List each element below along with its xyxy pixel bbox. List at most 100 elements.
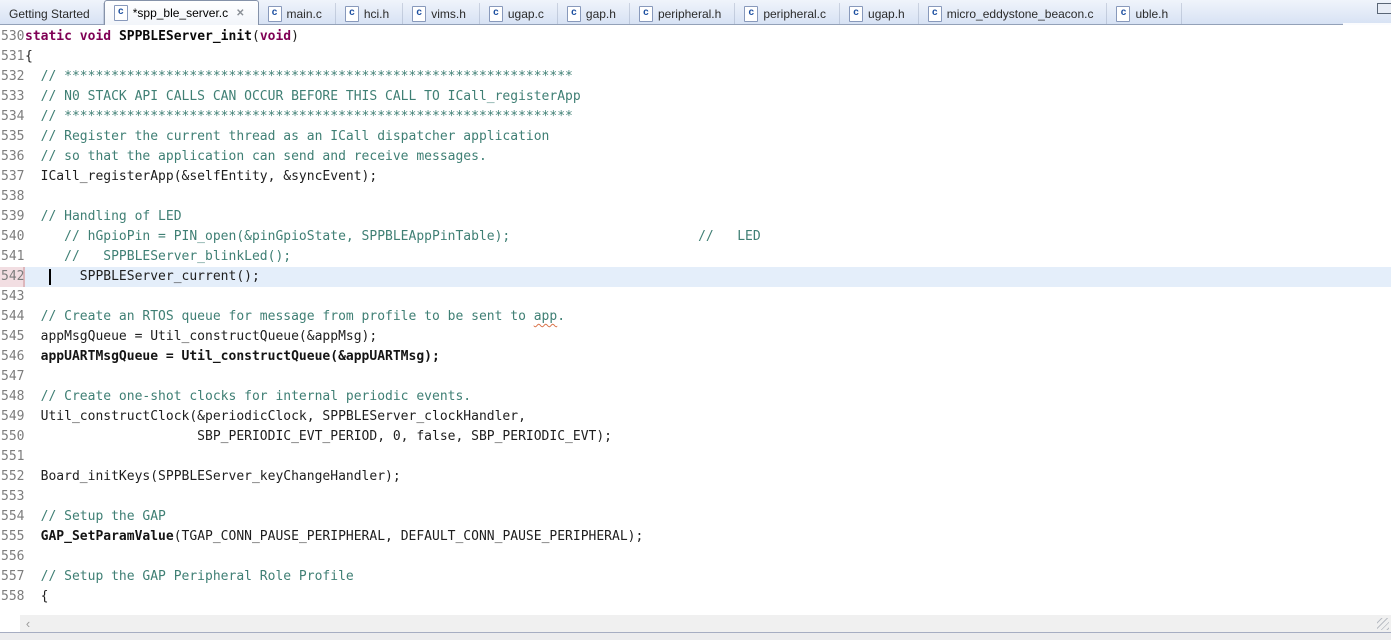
line-number[interactable]: 558 [0,587,25,607]
tab-gap.h[interactable]: c gap.h [558,3,630,24]
tab-hci.h[interactable]: c hci.h [336,3,404,24]
tab-uble.h[interactable]: c uble.h [1107,3,1183,24]
code-text: // Create an RTOS queue for message from… [25,309,566,324]
code-line-537[interactable]: 537 ICall_registerApp(&selfEntity, &sync… [0,167,1391,187]
line-number[interactable]: 540 [0,227,25,247]
code-line-538[interactable]: 538 [0,187,1391,207]
code-line-552[interactable]: 552 Board_initKeys(SPPBLEServer_keyChang… [0,467,1391,487]
code-text: appMsgQueue = Util_constructQueue(&appMs… [25,329,378,344]
tab-peripheral.h[interactable]: c peripheral.h [630,3,736,24]
code-line-541[interactable]: 541 // SPPBLEServer_blinkLed(); [0,247,1391,267]
line-number[interactable]: 550 [0,427,25,447]
code-line-547[interactable]: 547 [0,367,1391,387]
tab-vims.h[interactable]: c vims.h [403,3,480,24]
code-line-539[interactable]: 539 // Handling of LED [0,207,1391,227]
line-number[interactable]: 532 [0,67,25,87]
tab-getting-started[interactable]: Getting Started [0,3,104,24]
code-line-551[interactable]: 551 [0,447,1391,467]
line-number[interactable]: 543 [0,287,25,307]
code-line-531[interactable]: 531{ [0,47,1391,67]
line-number[interactable]: 551 [0,447,25,467]
code-line-548[interactable]: 548 // Create one-shot clocks for intern… [0,387,1391,407]
line-number[interactable]: 547 [0,367,25,387]
line-number[interactable]: 538 [0,187,25,207]
line-number[interactable]: 553 [0,487,25,507]
line-number[interactable]: 530 [0,27,25,47]
code-line-558[interactable]: 558 { [0,587,1391,607]
code-text: // Handling of LED [25,209,182,224]
line-number[interactable]: 536 [0,147,25,167]
code-line-533[interactable]: 533 // N0 STACK API CALLS CAN OCCUR BEFO… [0,87,1391,107]
tab-label: peripheral.h [657,6,722,21]
maximize-editor-icon[interactable] [1377,3,1391,14]
ide-window: Getting Started c *spp_ble_server.c ✕ c main.… [0,0,1391,640]
tab-label: *spp_ble_server.c [132,6,229,20]
line-number[interactable]: 535 [0,127,25,147]
editor-tab-bar: Getting Started c *spp_ble_server.c ✕ c main.… [0,0,1391,25]
line-number[interactable]: 552 [0,467,25,487]
line-number[interactable]: 533 [0,87,25,107]
code-line-556[interactable]: 556 [0,547,1391,567]
code-line-535[interactable]: 535 // Register the current thread as an… [0,127,1391,147]
line-number[interactable]: 531 [0,47,25,67]
line-number[interactable]: 557 [0,567,25,587]
resize-grip-icon[interactable] [1377,617,1389,630]
tab-ugap.c[interactable]: c ugap.c [480,3,558,24]
line-number[interactable]: 542 [0,267,25,287]
line-number[interactable]: 541 [0,247,25,267]
line-number[interactable]: 554 [0,507,25,527]
code-line-557[interactable]: 557 // Setup the GAP Peripheral Role Pro… [0,567,1391,587]
code-line-530[interactable]: 530 static void SPPBLEServer_init(void) [0,27,1391,47]
code-text: // N0 STACK API CALLS CAN OCCUR BEFORE T… [25,89,581,104]
code-line-543[interactable]: 543 [0,287,1391,307]
code-line-546[interactable]: 546 appUARTMsgQueue = Util_constructQueu… [0,347,1391,367]
line-number[interactable]: 544 [0,307,25,327]
code-line-534[interactable]: 534 // *********************************… [0,107,1391,127]
code-text: Util_constructClock(&periodicClock, SPPB… [25,409,526,424]
code-text: // SPPBLEServer_blinkLed(); [25,249,292,264]
tab-label: hci.h [363,6,390,21]
code-line-554[interactable]: 554 // Setup the GAP [0,507,1391,527]
c-file-icon: c [488,5,503,22]
line-number[interactable]: 548 [0,387,25,407]
tab-label: Getting Started [9,6,90,21]
line-number[interactable]: 537 [0,167,25,187]
code-line-545[interactable]: 545 appMsgQueue = Util_constructQueue(&a… [0,327,1391,347]
tab-micro-eddystone-beacon.c[interactable]: c micro_eddystone_beacon.c [919,3,1108,24]
code-line-542[interactable]: 542 SPPBLEServer_current(); [0,267,1391,287]
code-line-544[interactable]: 544 // Create an RTOS queue for message … [0,307,1391,327]
line-number[interactable]: 546 [0,347,25,367]
line-number[interactable]: 549 [0,407,25,427]
code-line-536[interactable]: 536 // so that the application can send … [0,147,1391,167]
horizontal-scrollbar[interactable]: ‹ [0,615,1391,632]
code-text: // *************************************… [25,109,573,124]
tab-ugap.h[interactable]: c ugap.h [840,3,919,24]
code-text: Board_initKeys(SPPBLEServer_keyChangeHan… [25,469,401,484]
line-number[interactable]: 556 [0,547,25,567]
tab-spp-ble-server.c[interactable]: c *spp_ble_server.c ✕ [103,0,259,25]
tab-peripheral.c[interactable]: c peripheral.c [735,3,841,24]
code-line-550[interactable]: 550 SBP_PERIODIC_EVT_PERIOD, 0, false, S… [0,427,1391,447]
code-line-549[interactable]: 549 Util_constructClock(&periodicClock, … [0,407,1391,427]
close-icon[interactable]: ✕ [236,8,244,19]
tab-main.c[interactable]: c main.c [259,3,336,24]
code-line-532[interactable]: 532 // *********************************… [0,67,1391,87]
line-number[interactable]: 534 [0,107,25,127]
scrollbar-track[interactable] [36,615,1377,632]
line-number[interactable]: 555 [0,527,25,547]
code-line-540[interactable]: 540 // hGpioPin = PIN_open(&pinGpioState… [0,227,1391,247]
code-text: SPPBLEServer_current(); [25,267,1391,287]
code-line-555[interactable]: 555 GAP_SetParamValue(TGAP_CONN_PAUSE_PE… [0,527,1391,547]
code-editor[interactable]: 530 static void SPPBLEServer_init(void) 53… [0,25,1391,615]
tab-label: gap.h [585,6,616,21]
line-number[interactable]: 545 [0,327,25,347]
line-number[interactable]: 539 [0,207,25,227]
scrollbar-corner [0,615,20,632]
code-text: { [25,49,33,64]
code-line-553[interactable]: 553 [0,487,1391,507]
scroll-left-arrow-icon[interactable]: ‹ [20,615,36,632]
code-area[interactable]: 530 static void SPPBLEServer_init(void) 53… [0,27,1391,607]
